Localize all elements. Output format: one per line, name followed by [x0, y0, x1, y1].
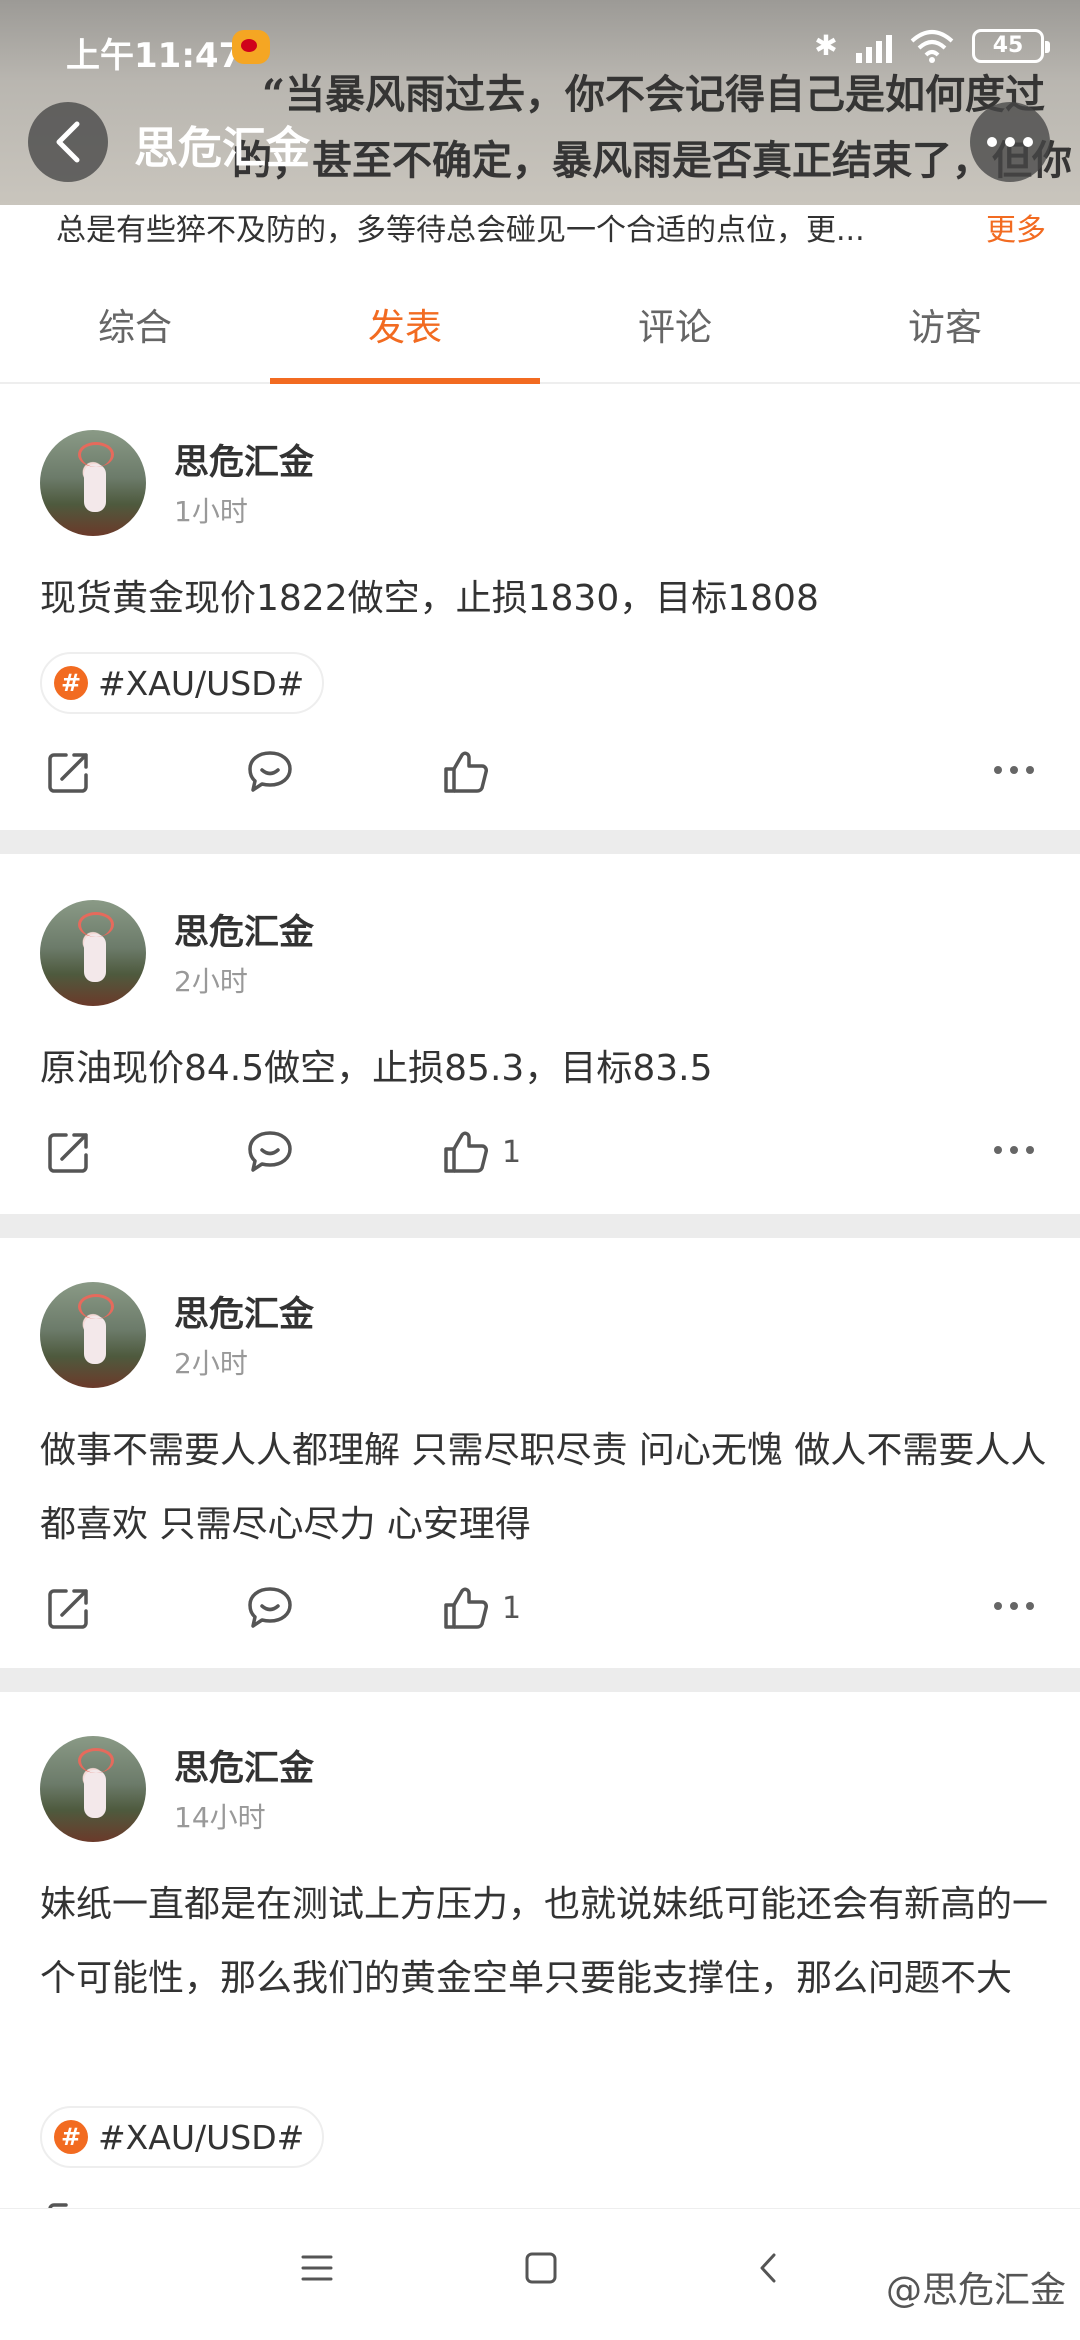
post-topic-tag[interactable]: # #XAU/USD#: [40, 2106, 325, 2168]
like-count: 1: [502, 1134, 522, 1170]
wifi-icon: [910, 29, 954, 63]
post-author[interactable]: 思危汇金: [174, 434, 314, 485]
post-actions: 1: [0, 1122, 1080, 1182]
post-time: 14小时: [174, 1801, 266, 1834]
tab-visitors[interactable]: 访客: [810, 272, 1080, 382]
repost-button[interactable]: [46, 1122, 92, 1182]
comment-button[interactable]: [246, 742, 294, 802]
post-more-button[interactable]: [994, 1146, 1034, 1154]
tab-overview[interactable]: 综合: [0, 272, 270, 382]
avatar[interactable]: [40, 900, 146, 1006]
post-content[interactable]: 做事不需要人人都理解 只需尽职尽责 问心无愧 做人不需要人人都喜欢 只需尽心尽力…: [40, 1414, 1050, 1562]
repost-icon: [48, 1133, 88, 1173]
tab-posts[interactable]: 发表: [270, 272, 540, 384]
weibo-notification-icon: [232, 30, 270, 64]
profile-banner: “当暴风雨过去，你不会记得自己是如何度过 的，甚至不确定，暴风雨是否真正结束了，…: [0, 0, 1080, 205]
signal-icon: [856, 29, 892, 63]
banner-quote-line-2: 的，甚至不确定，暴风雨是否真正结束了，但你: [232, 137, 1072, 184]
post-actions: 1: [0, 1578, 1080, 1638]
post-card[interactable]: 思危汇金 2小时 原油现价84.5做空，止损85.3，目标83.5 1: [0, 854, 1080, 1214]
profile-bio[interactable]: 总是有些猝不及防的，多等待总会碰见一个合适的点位，更... 更多: [56, 205, 1046, 255]
like-icon: [444, 751, 488, 793]
post-divider: [0, 830, 1080, 854]
more-options-button[interactable]: [970, 102, 1050, 182]
status-time: 上午11:47: [66, 36, 243, 76]
comment-button[interactable]: [246, 1122, 294, 1182]
post-divider: [0, 1668, 1080, 1692]
post-content[interactable]: 妹纸一直都是在测试上方压力，也就说妹纸可能还会有新高的一个可能性，那么我们的黄金…: [40, 1868, 1050, 2016]
post-actions: [0, 2192, 1080, 2208]
tab-comments[interactable]: 评论: [540, 272, 810, 382]
page-title: 思危汇金: [134, 123, 310, 174]
repost-icon: [48, 753, 88, 793]
profile-tabs: 综合 发表 评论 访客: [0, 272, 1080, 384]
comment-button[interactable]: [246, 1578, 294, 1638]
bio-more-link[interactable]: 更多: [986, 205, 1046, 249]
post-content[interactable]: 现货黄金现价1822做空，止损1830，目标1808: [40, 562, 1050, 636]
like-icon: [444, 1131, 488, 1173]
post-content[interactable]: 原油现价84.5做空，止损85.3，目标83.5: [40, 1032, 1050, 1106]
menu-icon[interactable]: [300, 2251, 334, 2285]
post-card[interactable]: 思危汇金 14小时 妹纸一直都是在测试上方压力，也就说妹纸可能还会有新高的一个可…: [0, 1692, 1080, 2208]
bluetooth-icon: ✱: [814, 29, 838, 62]
like-count: 1: [502, 1590, 522, 1626]
bio-text: 总是有些猝不及防的，多等待总会碰见一个合适的点位，更...: [56, 213, 865, 248]
post-card[interactable]: 思危汇金 1小时 现货黄金现价1822做空，止损1830，目标1808 # #X…: [0, 386, 1080, 830]
post-tag-label: #XAU/USD#: [98, 663, 305, 703]
repost-icon: [48, 2203, 68, 2208]
post-more-button[interactable]: [994, 1602, 1034, 1610]
avatar[interactable]: [40, 430, 146, 536]
post-divider: [0, 1214, 1080, 1238]
repost-button[interactable]: [46, 1578, 92, 1638]
like-button[interactable]: 1: [442, 1122, 521, 1182]
like-button[interactable]: [442, 742, 502, 802]
repost-button[interactable]: [46, 742, 92, 802]
post-tag-label: #XAU/USD#: [98, 2117, 305, 2157]
post-actions: [0, 742, 1080, 802]
hashtag-icon: #: [54, 666, 88, 700]
like-button[interactable]: 1: [442, 1578, 521, 1638]
more-icon: [987, 137, 997, 147]
back-icon: [56, 121, 80, 163]
status-bar: 上午11:47 ✱ 45: [0, 0, 1080, 95]
post-time: 1小时: [174, 495, 248, 528]
more-icon: [994, 1146, 1002, 1154]
avatar[interactable]: [40, 1282, 146, 1388]
nav-back-icon[interactable]: [752, 2251, 786, 2285]
comment-icon: [248, 1131, 292, 1172]
comment-icon: [248, 751, 292, 792]
repost-button[interactable]: [46, 2192, 92, 2208]
post-author[interactable]: 思危汇金: [174, 904, 314, 955]
post-more-button[interactable]: [994, 766, 1034, 774]
post-author[interactable]: 思危汇金: [174, 1286, 314, 1337]
more-icon: [994, 766, 1002, 774]
post-card[interactable]: 思危汇金 2小时 做事不需要人人都理解 只需尽职尽责 问心无愧 做人不需要人人都…: [0, 1238, 1080, 1668]
avatar[interactable]: [40, 1736, 146, 1842]
post-time: 2小时: [174, 1347, 248, 1380]
like-icon: [444, 1587, 488, 1629]
post-author[interactable]: 思危汇金: [174, 1740, 314, 1791]
home-icon[interactable]: [524, 2251, 558, 2285]
system-nav-bar: @思危汇金: [0, 2208, 1080, 2340]
more-icon: [994, 1602, 1002, 1610]
post-time: 2小时: [174, 965, 248, 998]
repost-icon: [48, 1589, 88, 1629]
post-topic-tag[interactable]: # #XAU/USD#: [40, 652, 325, 714]
battery-indicator: 45: [972, 29, 1050, 63]
back-button[interactable]: [28, 102, 108, 182]
hashtag-icon: #: [54, 2120, 88, 2154]
comment-icon: [248, 1587, 292, 1628]
status-icons: ✱ 45: [814, 28, 1050, 64]
watermark: @思危汇金: [885, 2270, 1066, 2311]
